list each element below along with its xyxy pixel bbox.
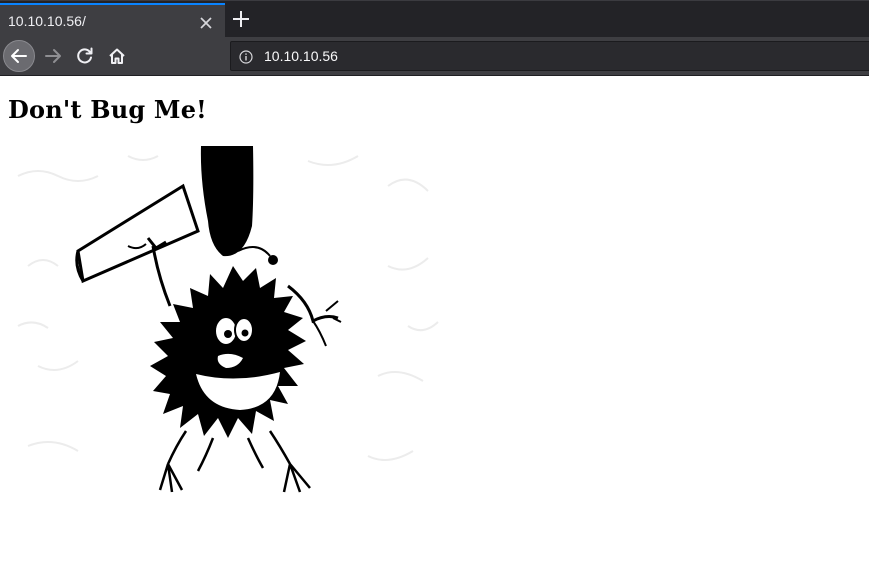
home-icon [109,48,125,64]
page-content: Don't Bug Me! [0,76,869,564]
navigation-toolbar: 10.10.10.56 [0,37,869,76]
browser-tab[interactable]: 10.10.10.56/ [0,3,225,38]
url-text[interactable]: 10.10.10.56 [264,48,338,64]
plus-icon[interactable] [230,8,252,30]
close-icon[interactable] [196,13,216,33]
back-button[interactable] [3,40,35,72]
reload-icon [77,47,93,64]
forward-button[interactable] [37,40,69,72]
forward-arrow-icon [45,49,61,63]
info-icon[interactable] [239,49,253,64]
page-heading: Don't Bug Me! [8,95,207,124]
url-bar[interactable]: 10.10.10.56 [230,41,869,71]
home-button[interactable] [101,40,133,72]
tab-title: 10.10.10.56/ [8,13,86,29]
back-arrow-icon [11,49,27,63]
tab-bar: 10.10.10.56/ [0,0,869,38]
reload-button[interactable] [69,40,101,72]
bug-cartoon-image [17,146,439,493]
